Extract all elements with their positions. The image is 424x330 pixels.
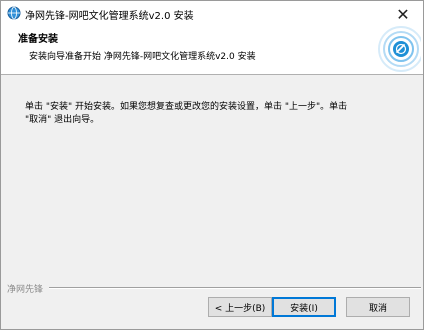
title-bar: 净网先锋-网吧文化管理系统v2.0 安装 ✕ <box>1 1 423 27</box>
installer-window: 净网先锋-网吧文化管理系统v2.0 安装 ✕ 准备安装 安装向导准备开始 净网先… <box>0 0 424 330</box>
close-button[interactable]: ✕ <box>383 1 423 27</box>
ripple-logo-icon <box>378 26 421 72</box>
back-button[interactable]: < 上一步(B) <box>208 297 272 317</box>
page-subtitle: 安装向导准备开始 净网先锋-网吧文化管理系统v2.0 安装 <box>29 52 256 62</box>
window-title: 净网先锋-网吧文化管理系统v2.0 安装 <box>25 11 194 22</box>
app-globe-icon <box>7 6 21 20</box>
brand-label: 净网先锋 <box>7 285 44 295</box>
close-icon: ✕ <box>396 4 410 24</box>
cancel-button[interactable]: 取消 <box>346 297 410 317</box>
instructions-line-2: "取消" 退出向导。 <box>25 115 100 125</box>
wizard-header: 准备安装 安装向导准备开始 净网先锋-网吧文化管理系统v2.0 安装 <box>1 26 423 75</box>
instructions-line-1: 单击 "安装" 开始安装。如果您想复查或更改您的安装设置，单击 "上一步"。单击 <box>25 102 348 112</box>
install-button[interactable]: 安装(I) <box>272 297 336 317</box>
instructions-text: 单击 "安装" 开始安装。如果您想复查或更改您的安装设置，单击 "上一步"。单击… <box>25 101 405 127</box>
footer-separator <box>49 287 421 289</box>
page-title: 准备安装 <box>18 34 58 45</box>
